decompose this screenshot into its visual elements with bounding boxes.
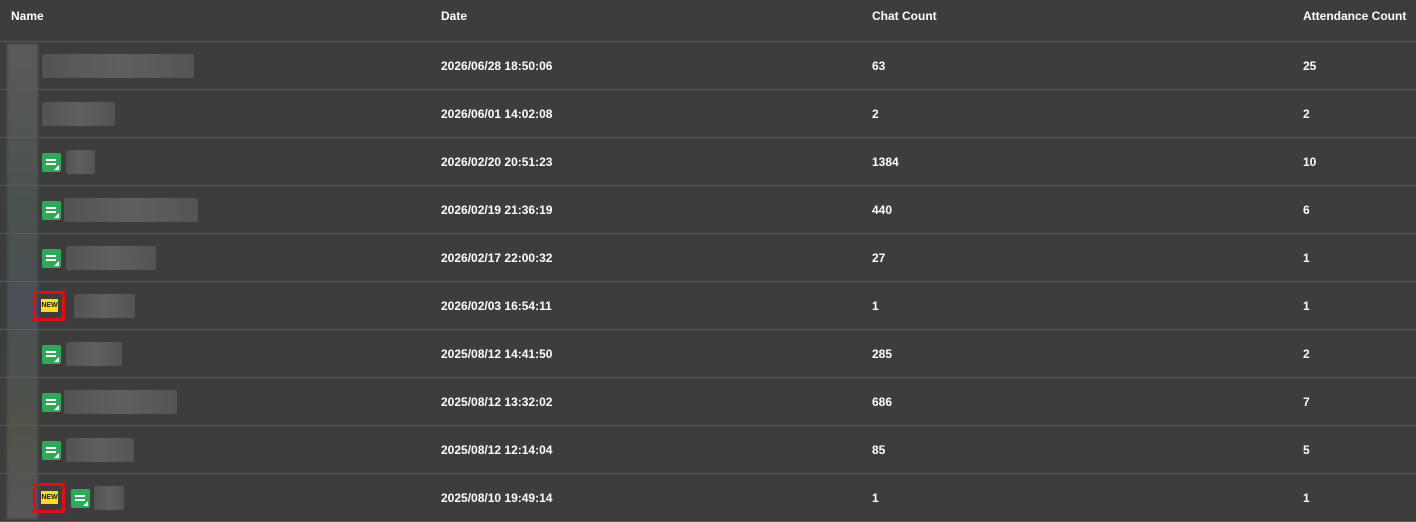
name-redacted xyxy=(66,342,122,366)
column-header-date[interactable]: Date xyxy=(441,9,467,23)
row-attendance-count: 25 xyxy=(1303,59,1317,73)
chat-icon[interactable] xyxy=(42,345,61,364)
name-redacted xyxy=(66,438,134,462)
row-attendance-count: 1 xyxy=(1303,299,1310,313)
row-date: 2026/02/19 21:36:19 xyxy=(441,203,553,217)
row-date: 2026/02/17 22:00:32 xyxy=(441,251,553,265)
row-chat-count: 285 xyxy=(872,347,893,361)
row-attendance-count: 7 xyxy=(1303,395,1310,409)
table-row[interactable]: 2026/06/28 18:50:06 63 25 xyxy=(0,42,1416,90)
table-header: Name Date Chat Count Attendance Count xyxy=(0,0,1416,42)
name-redacted xyxy=(74,294,135,318)
table-row[interactable]: 2026/06/01 14:02:08 2 2 xyxy=(0,90,1416,138)
table-row[interactable]: 2026/02/20 20:51:23 1384 10 xyxy=(0,138,1416,186)
row-chat-count: 85 xyxy=(872,443,886,457)
row-chat-count: 440 xyxy=(872,203,893,217)
name-redacted xyxy=(66,246,156,270)
row-chat-count: 1 xyxy=(872,299,879,313)
chat-icon[interactable] xyxy=(42,441,61,460)
table-row[interactable]: 2026/02/17 22:00:32 27 1 xyxy=(0,234,1416,282)
name-redacted xyxy=(64,390,177,414)
row-attendance-count: 2 xyxy=(1303,107,1310,121)
chat-icon[interactable] xyxy=(71,489,90,508)
new-badge-highlight: NEW xyxy=(33,483,65,513)
row-attendance-count: 1 xyxy=(1303,491,1310,505)
row-chat-count: 2 xyxy=(872,107,879,121)
row-chat-count: 27 xyxy=(872,251,886,265)
table-row[interactable]: NEW 2025/08/10 19:49:14 1 1 xyxy=(0,474,1416,522)
chat-icon[interactable] xyxy=(42,201,61,220)
row-attendance-count: 5 xyxy=(1303,443,1310,457)
table-row[interactable]: NEW 2026/02/03 16:54:11 1 1 xyxy=(0,282,1416,330)
row-chat-count: 1384 xyxy=(872,155,899,169)
row-date: 2026/02/20 20:51:23 xyxy=(441,155,553,169)
row-attendance-count: 10 xyxy=(1303,155,1317,169)
name-redacted xyxy=(64,198,198,222)
name-redacted xyxy=(42,54,194,78)
row-attendance-count: 6 xyxy=(1303,203,1310,217)
row-attendance-count: 1 xyxy=(1303,251,1310,265)
table-row[interactable]: 2025/08/12 14:41:50 285 2 xyxy=(0,330,1416,378)
chat-icon[interactable] xyxy=(42,393,61,412)
chat-icon[interactable] xyxy=(42,249,61,268)
row-attendance-count: 2 xyxy=(1303,347,1310,361)
row-date: 2025/08/12 12:14:04 xyxy=(441,443,553,457)
row-date: 2025/08/10 19:49:14 xyxy=(441,491,553,505)
column-header-name[interactable]: Name xyxy=(11,9,44,23)
new-badge: NEW xyxy=(41,491,58,504)
new-badge-highlight: NEW xyxy=(33,291,65,321)
new-badge: NEW xyxy=(41,299,58,312)
name-redacted xyxy=(66,150,95,174)
name-redacted xyxy=(94,486,124,510)
row-date: 2026/06/01 14:02:08 xyxy=(441,107,553,121)
row-chat-count: 1 xyxy=(872,491,879,505)
row-date: 2026/02/03 16:54:11 xyxy=(441,299,552,313)
row-chat-count: 63 xyxy=(872,59,886,73)
row-date: 2026/06/28 18:50:06 xyxy=(441,59,553,73)
table-row[interactable]: 2025/08/12 13:32:02 686 7 xyxy=(0,378,1416,426)
column-header-chat-count[interactable]: Chat Count xyxy=(872,9,937,23)
row-date: 2025/08/12 13:32:02 xyxy=(441,395,553,409)
name-redacted xyxy=(42,102,115,126)
chat-icon[interactable] xyxy=(42,153,61,172)
table-row[interactable]: 2026/02/19 21:36:19 440 6 xyxy=(0,186,1416,234)
row-date: 2025/08/12 14:41:50 xyxy=(441,347,553,361)
row-chat-count: 686 xyxy=(872,395,893,409)
column-header-attendance-count[interactable]: Attendance Count xyxy=(1303,9,1406,23)
table-row[interactable]: 2025/08/12 12:14:04 85 5 xyxy=(0,426,1416,474)
